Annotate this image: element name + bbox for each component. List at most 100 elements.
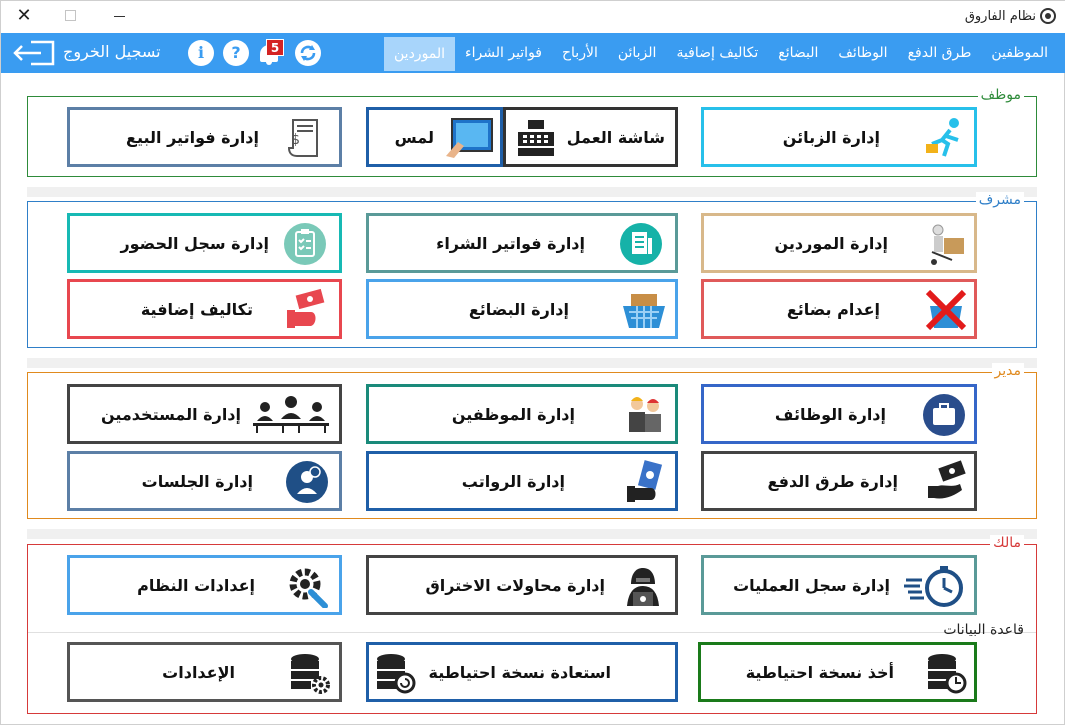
tile-label: أخذ نسخة احتياطية	[745, 663, 894, 682]
tile-label: تكاليف إضافية	[140, 300, 253, 319]
cash-register-icon	[518, 120, 554, 156]
tile-touch[interactable]: لمس	[366, 107, 503, 167]
group-separator	[27, 187, 1037, 197]
tile-db-settings[interactable]: الإعدادات	[67, 642, 342, 702]
menu-item-customers[interactable]: الزبائن	[608, 33, 667, 73]
tile-intrusion-attempts[interactable]: إدارة محاولات الاختراق	[366, 555, 678, 615]
menu-item-extra-costs[interactable]: تكاليف إضافية	[666, 33, 768, 73]
hacker-icon	[627, 568, 659, 606]
tile-purchase-invoices[interactable]: إدارة فواتير الشراء	[366, 213, 678, 273]
delivery-person-icon	[931, 224, 964, 265]
svg-text:$: $	[291, 132, 300, 148]
tile-label: إدارة الجلسات	[141, 472, 253, 491]
menu-item-jobs[interactable]: الوظائف	[828, 33, 897, 73]
tile-attendance-log[interactable]: إدارة سجل الحضور	[67, 213, 342, 273]
tile-label: إدارة الزبائن	[782, 128, 880, 147]
tile-label: لمس	[394, 128, 434, 147]
tile-payment-methods[interactable]: إدارة طرق الدفع	[701, 451, 977, 511]
tile-manage-suppliers[interactable]: إدارة الموردين	[701, 213, 977, 273]
app-logo-icon	[1040, 8, 1056, 24]
notifications-button[interactable]: 5	[258, 39, 284, 66]
tile-manage-employees[interactable]: إدارة الموظفين	[366, 384, 678, 444]
menu-item-payment-methods[interactable]: طرق الدفع	[898, 33, 982, 73]
tile-sales-invoices[interactable]: إدارة فواتير البيع $	[67, 107, 342, 167]
stopwatch-icon	[904, 566, 963, 607]
menu-item-suppliers[interactable]: الموردين	[384, 37, 456, 71]
tile-label: شاشة العمل	[566, 128, 665, 147]
group-separator	[27, 529, 1037, 539]
sessions-icon	[286, 461, 328, 503]
goods-basket-icon	[623, 294, 665, 328]
menu-item-purchase-invoices[interactable]: فواتير الشراء	[455, 33, 552, 73]
attendance-clipboard-icon	[284, 223, 326, 265]
tile-manage-goods[interactable]: إدارة البضائع	[366, 279, 678, 339]
database-restore-icon	[377, 654, 416, 694]
database-settings-icon	[291, 654, 330, 694]
menu-item-goods[interactable]: البضائع	[768, 33, 828, 73]
tile-system-settings[interactable]: إعدادات النظام	[67, 555, 342, 615]
users-icon	[253, 396, 329, 433]
tile-label: إدارة فواتير البيع	[126, 128, 259, 147]
tile-destroy-goods[interactable]: إعدام بضائع	[701, 279, 977, 339]
menu-item-employees[interactable]: الموظفين	[981, 33, 1058, 73]
destroy-goods-icon	[925, 289, 967, 331]
refresh-icon[interactable]	[295, 40, 321, 66]
logout-label[interactable]: تسجيل الخروج	[63, 42, 161, 61]
tile-label: إدارة الموردين	[774, 234, 888, 253]
tile-label: إدارة الرواتب	[461, 472, 565, 491]
database-section-label: قاعدة البيانات	[943, 622, 1024, 638]
bell-clapper	[266, 61, 272, 65]
title-bar: نظام الفاروق ✕	[1, 1, 1065, 33]
tile-label: إدارة سجل العمليات	[733, 576, 890, 595]
tile-manage-customers[interactable]: إدارة الزبائن	[701, 107, 977, 167]
salaries-icon	[627, 460, 663, 502]
tile-label: إدارة محاولات الاختراق	[425, 576, 605, 595]
minimize-window-button[interactable]	[114, 16, 125, 17]
briefcase-icon	[923, 394, 965, 436]
notifications-badge: 5	[266, 39, 284, 56]
running-customer-icon	[926, 118, 959, 157]
tile-manage-jobs[interactable]: إدارة الوظائف	[701, 384, 977, 444]
tile-work-screen[interactable]: شاشة العمل	[503, 107, 678, 167]
window-title: نظام الفاروق	[964, 9, 1036, 24]
tile-manage-users[interactable]: إدارة المستخدمين	[67, 384, 342, 444]
tile-label: إدارة فواتير الشراء	[436, 234, 585, 253]
app-window: نظام الفاروق ✕ الموظفين طرق الدفع الوظائ…	[0, 0, 1065, 725]
purchase-invoice-icon	[620, 223, 662, 265]
tile-label: إعدام بضائع	[786, 300, 880, 319]
tile-label: إدارة الوظائف	[774, 405, 886, 424]
menu-item-profits[interactable]: الأرباح	[552, 33, 608, 73]
tile-label: استعادة نسخة احتياطية	[428, 663, 612, 682]
help-icon[interactable]: ?	[223, 40, 249, 66]
tile-operations-log[interactable]: إدارة سجل العمليات	[701, 555, 977, 615]
money-hand-icon	[287, 288, 325, 328]
tile-label: إدارة طرق الدفع	[767, 472, 898, 491]
touch-screen-icon	[446, 118, 493, 158]
system-settings-icon	[289, 568, 328, 608]
employees-icon	[629, 397, 661, 432]
group-label-owner: مالك	[990, 535, 1024, 551]
logout-icon[interactable]	[11, 39, 57, 67]
tile-restore-backup[interactable]: استعادة نسخة احتياطية	[366, 642, 678, 702]
tile-label: الإعدادات	[162, 663, 235, 682]
payment-methods-icon	[928, 460, 966, 499]
tile-extra-costs[interactable]: تكاليف إضافية	[67, 279, 342, 339]
tile-salaries[interactable]: إدارة الرواتب	[366, 451, 678, 511]
database-divider	[28, 632, 1036, 633]
tile-label: إدارة البضائع	[468, 300, 569, 319]
tile-sessions[interactable]: إدارة الجلسات	[67, 451, 342, 511]
menu-bar: الموظفين طرق الدفع الوظائف البضائع تكالي…	[1, 33, 1065, 73]
group-label-employee: موظف	[977, 87, 1024, 103]
menu-items: الموظفين طرق الدفع الوظائف البضائع تكالي…	[384, 33, 1058, 73]
tile-label: إعدادات النظام	[137, 576, 255, 595]
group-label-manager: مدير	[991, 363, 1024, 379]
group-separator	[27, 358, 1037, 368]
info-icon[interactable]: i	[188, 40, 214, 66]
tile-take-backup[interactable]: أخذ نسخة احتياطية	[698, 642, 977, 702]
tile-label: إدارة سجل الحضور	[120, 234, 269, 253]
close-window-button[interactable]: ✕	[13, 5, 35, 27]
tile-label: إدارة المستخدمين	[100, 405, 241, 424]
database-backup-icon	[928, 654, 967, 694]
maximize-window-button[interactable]	[65, 10, 76, 21]
tile-label: إدارة الموظفين	[451, 405, 575, 424]
